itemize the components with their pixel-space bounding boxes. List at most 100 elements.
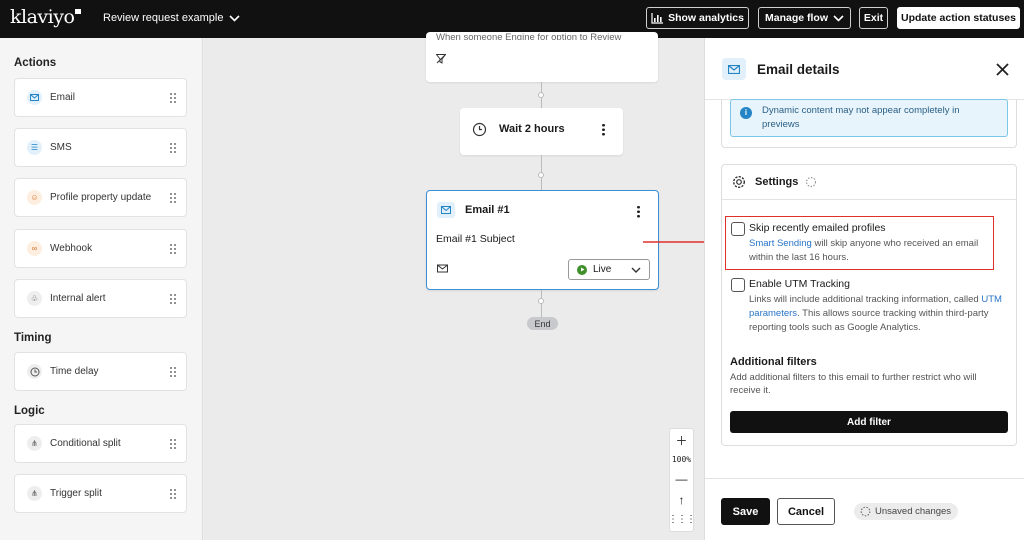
email-subject: Email #1 Subject <box>436 233 515 245</box>
connector-dot[interactable] <box>538 172 544 178</box>
sidebar-item-webhook[interactable]: ∞ Webhook <box>14 229 187 268</box>
sidebar-item-label: Conditional split <box>50 438 121 449</box>
sidebar-item-profile-property-update[interactable]: ☺ Profile property update <box>14 178 187 217</box>
status-dropdown[interactable]: Live <box>568 259 650 280</box>
clock-icon <box>27 364 42 379</box>
panel-title: Email details <box>757 62 840 77</box>
email-node-title: Email #1 <box>465 204 510 216</box>
sidebar-item-sms[interactable]: ☰ SMS <box>14 128 187 167</box>
sidebar-item-label: Trigger split <box>50 488 102 499</box>
logic-section-title: Logic <box>14 405 45 417</box>
close-icon[interactable] <box>996 63 1009 76</box>
drag-handle-icon[interactable] <box>169 192 176 204</box>
info-icon: i <box>740 107 752 119</box>
drag-handle-icon[interactable] <box>169 243 176 255</box>
drag-handle-icon[interactable] <box>169 293 176 305</box>
sidebar-item-label: Time delay <box>50 366 99 377</box>
grid-dots-icon[interactable]: ⋮⋮⋮ <box>668 514 696 525</box>
manage-flow-button[interactable]: Manage flow <box>758 7 851 29</box>
utm-tracking-label: Enable UTM Tracking <box>749 278 850 290</box>
save-button[interactable]: Save <box>721 498 770 525</box>
timing-section-title: Timing <box>14 332 52 344</box>
utm-tracking-checkbox[interactable] <box>731 278 745 292</box>
sidebar-item-label: Webhook <box>50 243 93 254</box>
email-icon <box>722 58 746 80</box>
panel-header: Email details <box>705 38 1024 100</box>
drag-handle-icon[interactable] <box>169 142 176 154</box>
bar-chart-icon <box>651 12 664 24</box>
utm-tracking-description: Links will include additional tracking i… <box>749 294 1002 333</box>
klaviyo-logo[interactable]: klaviyo <box>10 6 82 28</box>
gear-icon <box>732 175 746 189</box>
play-icon <box>577 264 587 275</box>
sidebar-item-email[interactable]: Email <box>14 78 187 117</box>
sidebar-item-conditional-split[interactable]: ⋔ Conditional split <box>14 424 187 463</box>
actions-section-title: Actions <box>14 57 57 69</box>
sidebar-item-internal-alert[interactable]: ♧ Internal alert <box>14 279 187 318</box>
additional-filters-title: Additional filters <box>730 356 817 368</box>
unsaved-spinner-icon <box>860 506 871 517</box>
sidebar-item-label: Email <box>50 92 76 103</box>
arrow-up-icon[interactable]: ↑ <box>679 494 685 506</box>
flow-connector <box>541 290 542 318</box>
sidebar-item-label: Profile property update <box>50 192 152 203</box>
flow-canvas[interactable]: When someone Engine for option to Review… <box>204 32 720 540</box>
connector-dot[interactable] <box>538 298 544 304</box>
profile-icon: ☺ <box>27 190 42 205</box>
trigger-node[interactable]: When someone Engine for option to Review <box>426 32 658 82</box>
settings-title: Settings <box>755 176 799 188</box>
bell-icon: ♧ <box>27 291 42 306</box>
sidebar-item-trigger-split[interactable]: ⋔ Trigger split <box>14 474 187 513</box>
chevron-down-icon <box>631 267 641 273</box>
skip-recently-emailed-description: Smart Sending will skip anyone who recei… <box>749 238 979 263</box>
split-icon: ⋔ <box>27 436 42 451</box>
zoom-in-icon[interactable]: ＋ <box>675 435 687 447</box>
update-action-statuses-button[interactable]: Update action statuses <box>897 7 1020 29</box>
exit-button[interactable]: Exit <box>859 7 888 29</box>
webhook-icon: ∞ <box>27 241 42 256</box>
skip-recently-emailed-label: Skip recently emailed profiles <box>749 222 886 234</box>
sidebar-item-time-delay[interactable]: Time delay <box>14 352 187 391</box>
dynamic-content-notice: i Dynamic content may not appear complet… <box>730 99 1008 137</box>
flow-name-dropdown[interactable]: Review request example <box>103 12 241 24</box>
clock-icon <box>472 122 487 137</box>
smart-sending-link[interactable]: Smart Sending <box>749 238 812 249</box>
drag-handle-icon[interactable] <box>169 438 176 450</box>
drag-handle-icon[interactable] <box>169 366 176 378</box>
actions-sidebar: Actions Email ☰ SMS ☺ Profile property u… <box>0 38 203 540</box>
chevron-down-icon <box>833 14 844 22</box>
zoom-level: 100% <box>671 455 692 465</box>
more-options-icon[interactable] <box>602 123 605 136</box>
flow-name: Review request example <box>103 12 224 24</box>
zoom-controls: ＋ 100% — ↑ ⋮⋮⋮ <box>668 428 696 532</box>
status-value: Live <box>593 264 612 275</box>
skip-recently-emailed-checkbox[interactable] <box>731 222 745 236</box>
unsaved-changes-badge: Unsaved changes <box>854 503 958 520</box>
chevron-down-icon <box>229 14 241 22</box>
drag-handle-icon[interactable] <box>169 488 176 500</box>
trigger-split-icon: ⋔ <box>27 486 42 501</box>
cancel-button[interactable]: Cancel <box>777 498 835 525</box>
filter-icon <box>436 54 446 64</box>
settings-header: Settings <box>722 165 1016 200</box>
add-filter-button[interactable]: Add filter <box>730 411 1008 433</box>
email-node[interactable]: Email #1 Email #1 Subject Live <box>426 190 659 290</box>
envelope-check-icon <box>437 264 448 273</box>
sidebar-item-label: SMS <box>50 142 72 153</box>
end-pill: End <box>527 317 558 330</box>
email-icon <box>437 202 455 218</box>
wait-node[interactable]: Wait 2 hours <box>460 108 623 155</box>
zoom-out-icon[interactable]: — <box>676 473 688 485</box>
sms-icon: ☰ <box>27 140 42 155</box>
sidebar-item-label: Internal alert <box>50 293 106 304</box>
more-options-icon[interactable] <box>637 205 640 218</box>
additional-filters-description: Add additional filters to this email to … <box>730 372 977 396</box>
wait-label: Wait 2 hours <box>499 123 565 135</box>
trigger-description: When someone Engine for option to Review <box>436 32 622 40</box>
show-analytics-button[interactable]: Show analytics <box>646 7 749 29</box>
email-details-panel: Email details i Dynamic content may not … <box>704 38 1024 540</box>
loading-spinner-icon <box>805 176 817 188</box>
drag-handle-icon[interactable] <box>169 92 176 104</box>
connector-dot[interactable] <box>538 92 544 98</box>
email-icon <box>27 90 42 105</box>
